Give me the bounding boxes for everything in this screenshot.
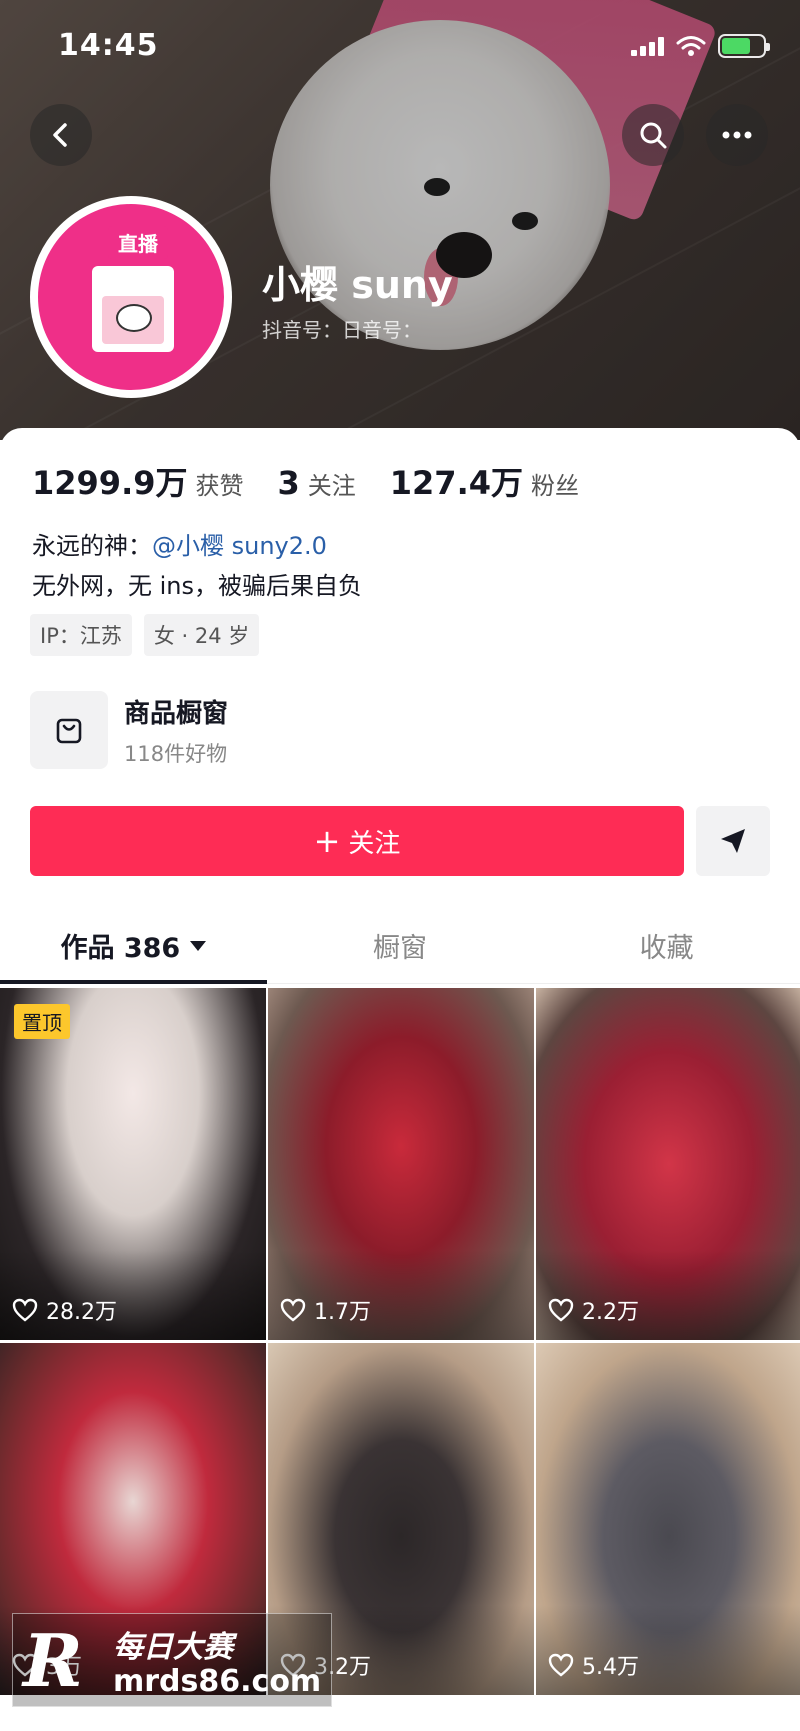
- status-bar: 14:45: [0, 0, 800, 100]
- search-button[interactable]: [622, 104, 684, 166]
- caret-down-icon: [190, 940, 207, 951]
- heart-icon: [280, 1298, 306, 1322]
- video-thumbnail[interactable]: 2.2万: [536, 988, 800, 1340]
- video-likes: 5.4万: [548, 1649, 639, 1681]
- mention-link[interactable]: @小樱 suny2.0: [152, 532, 327, 560]
- chevron-left-icon: [53, 123, 67, 147]
- share-button[interactable]: [696, 806, 770, 876]
- video-thumbnail[interactable]: 5.4万: [536, 1343, 800, 1695]
- more-dots-icon: [722, 131, 752, 139]
- video-thumbnail[interactable]: 1.7万: [268, 988, 534, 1340]
- tag-gender-age: 女 · 24 岁: [143, 614, 260, 656]
- watermark-title: 每日大赛: [113, 1630, 233, 1665]
- more-button[interactable]: [706, 104, 768, 166]
- shop-subtitle: 118件好物: [124, 741, 228, 766]
- status-time: 14:45: [58, 28, 159, 63]
- follow-button[interactable]: + 关注: [30, 806, 684, 876]
- watermark-url: mrds86.com: [113, 1664, 322, 1699]
- heart-icon: [548, 1653, 574, 1677]
- send-icon: [721, 829, 745, 853]
- stat-followers[interactable]: 127.4万 粉丝: [390, 458, 579, 504]
- watermark-logo: R: [23, 1618, 83, 1703]
- stats-row: 1299.9万 获赞 3 关注 127.4万 粉丝: [32, 458, 579, 504]
- stat-following[interactable]: 3 关注: [278, 464, 356, 502]
- douyin-id[interactable]: 抖音号：日音号：: [262, 314, 422, 343]
- heart-icon: [12, 1298, 38, 1322]
- battery-icon: [718, 34, 770, 58]
- plus-icon: +: [313, 822, 341, 860]
- shopping-bag-icon: [30, 691, 108, 769]
- video-likes: 1.7万: [280, 1294, 371, 1326]
- heart-icon: [548, 1298, 574, 1322]
- profile-tags: IP：江苏 女 · 24 岁: [30, 614, 260, 656]
- shop-title: 商品橱窗: [124, 698, 229, 729]
- avatar[interactable]: 直播: [30, 196, 232, 398]
- video-likes: 2.2万: [548, 1294, 639, 1326]
- video-thumbnail[interactable]: 置顶 28.2万: [0, 988, 266, 1340]
- tab-favorites[interactable]: 收藏: [533, 908, 800, 983]
- bio-line-1: 永远的神：@小樱 suny2.0: [32, 532, 327, 560]
- signal-icon: [631, 36, 664, 56]
- video-grid: 置顶 28.2万 1.7万 2.2万 3万 3.2万 5.4万: [0, 988, 800, 1695]
- back-button[interactable]: [30, 104, 92, 166]
- site-watermark: R 每日大赛 mrds86.com: [12, 1613, 332, 1707]
- profile-name: 小樱 suny: [262, 263, 453, 307]
- tab-works[interactable]: 作品 386: [0, 908, 267, 984]
- pinned-badge: 置顶: [14, 1004, 70, 1039]
- content-tabs: 作品 386 橱窗 收藏: [0, 908, 800, 984]
- follow-label: 关注: [348, 828, 401, 859]
- live-badge: 直播: [108, 226, 168, 259]
- shop-window-entry[interactable]: 商品橱窗 118件好物: [30, 691, 228, 769]
- bio-line-2: 无外网，无 ins，被骗后果自负: [32, 572, 363, 600]
- tag-ip: IP：江苏: [30, 614, 132, 656]
- stat-likes[interactable]: 1299.9万 获赞: [32, 458, 244, 504]
- wifi-icon: [676, 36, 706, 56]
- hello-kitty-icon: [116, 304, 152, 332]
- search-icon: [640, 122, 667, 149]
- video-likes: 28.2万: [12, 1294, 117, 1326]
- tab-shop-window[interactable]: 橱窗: [267, 908, 534, 983]
